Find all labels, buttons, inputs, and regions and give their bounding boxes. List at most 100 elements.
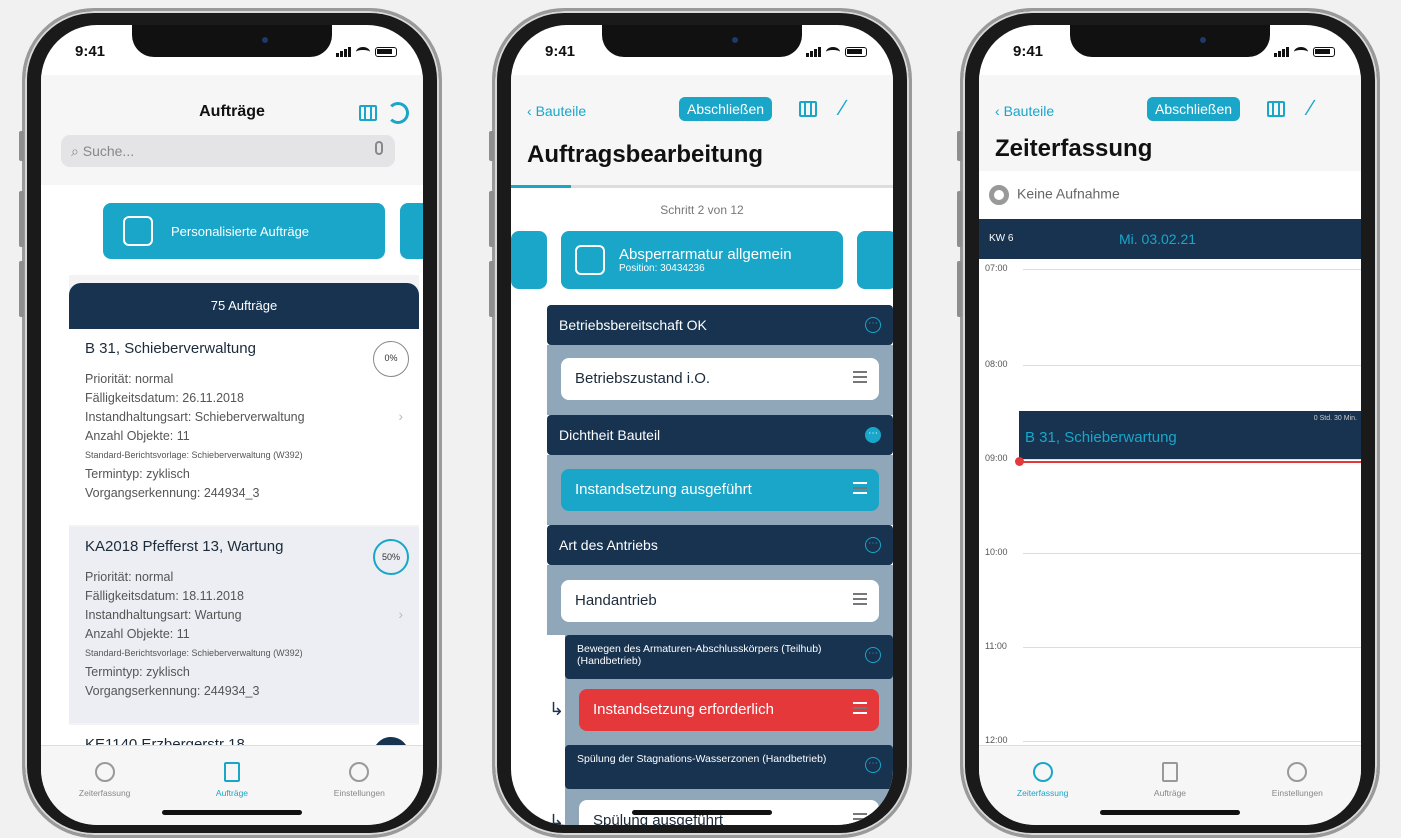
date-label: Mi. 03.02.21 xyxy=(1119,231,1197,247)
screen: 9:41 Aufträge ⌕ Suche... Personalisierte… xyxy=(41,25,423,825)
notch xyxy=(132,25,332,57)
settings-icon xyxy=(1287,762,1308,782)
nav-bar: ‹ Bauteile Abschließen ∕ Zeiterfassung xyxy=(979,75,1361,171)
order-template: Standard-Berichtsvorlage: Schieberverwal… xyxy=(85,450,303,460)
attachment-icon[interactable]: ∕ xyxy=(841,95,845,121)
day-header: KW 6 Mi. 03.02.21 xyxy=(979,219,1361,259)
home-indicator xyxy=(1100,810,1240,815)
list-icon[interactable] xyxy=(853,371,867,383)
notch xyxy=(602,25,802,57)
list-icon[interactable] xyxy=(853,482,867,494)
wifi-icon xyxy=(1294,47,1308,57)
tab-einstellungen[interactable]: Einstellungen xyxy=(314,762,404,825)
order-due: Fälligkeitsdatum: 26.11.2018 xyxy=(85,391,244,405)
nav-bar: ‹ Bauteile Abschließen ∕ Auftragsbearbei… xyxy=(511,75,893,185)
event-duration: 0 Std. 30 Min. xyxy=(1313,415,1357,422)
page-title: Zeiterfassung xyxy=(995,135,1153,162)
tab-einstellungen[interactable]: Einstellungen xyxy=(1252,762,1342,825)
chip-next[interactable] xyxy=(857,231,893,289)
current-time-line xyxy=(1019,461,1361,463)
finish-button[interactable]: Abschließen xyxy=(679,97,773,121)
mic-icon[interactable] xyxy=(375,141,383,155)
record-icon[interactable] xyxy=(989,185,1009,205)
event-title: B 31, Schieberwartung xyxy=(1025,429,1177,446)
map-icon[interactable] xyxy=(359,105,377,121)
tab-label: Zeiterfassung xyxy=(1016,788,1069,798)
status-time: 9:41 xyxy=(75,43,106,60)
section-header[interactable]: Bewegen des Armaturen-Abschlusskörpers (… xyxy=(565,635,893,679)
list-icon[interactable] xyxy=(853,813,867,825)
map-icon[interactable] xyxy=(1267,101,1285,117)
more-icon[interactable]: ⋯ xyxy=(865,317,881,333)
list-item[interactable]: B 31, Schieberverwaltung 0% Priorität: n… xyxy=(69,329,419,525)
battery-icon xyxy=(375,47,397,57)
list-item[interactable]: KA2018 Pfefferst 13, Wartung 50% Priorit… xyxy=(69,527,419,723)
tab-zeiterfassung[interactable]: Zeiterfassung xyxy=(998,762,1088,825)
more-icon[interactable]: ⋯ xyxy=(865,427,881,443)
calendar-event[interactable]: 0 Std. 30 Min. B 31, Schieberwartung xyxy=(1019,411,1361,459)
list-icon[interactable] xyxy=(853,593,867,605)
side-button xyxy=(19,191,24,247)
phone-order-editing: 9:41 ‹ Bauteile Abschließen ∕ Auftragsbe… xyxy=(489,8,912,838)
list-icon[interactable] xyxy=(853,702,867,714)
back-button[interactable]: ‹ Bauteile xyxy=(995,103,1054,119)
back-button[interactable]: ‹ Bauteile xyxy=(527,103,586,119)
page-title: Auftragsbearbeitung xyxy=(527,141,764,168)
component-card[interactable]: Absperrarmatur allgemein Position: 304342… xyxy=(561,231,843,289)
progress-badge: 0% xyxy=(373,341,409,377)
order-template: Standard-Berichtsvorlage: Schieberverwal… xyxy=(85,648,303,658)
map-icon[interactable] xyxy=(799,101,817,117)
side-button xyxy=(19,261,24,317)
finish-button[interactable]: Abschließen xyxy=(1147,97,1241,121)
progress-badge: 50% xyxy=(373,539,409,575)
order-id: Vorgangserkennung: 244934_3 xyxy=(85,684,260,698)
step-indicator: Schritt 2 von 12 xyxy=(660,203,744,217)
recording-label: Keine Aufnahme xyxy=(1017,185,1120,202)
answer-field[interactable]: Instandsetzung erforderlich xyxy=(579,689,879,731)
home-indicator xyxy=(632,810,772,815)
section-header[interactable]: Art des Antriebs ⋯ xyxy=(547,525,893,565)
signal-icon xyxy=(336,47,351,57)
tab-auftraege[interactable]: Aufträge xyxy=(187,762,277,825)
field-value: Instandsetzung erforderlich xyxy=(593,701,774,718)
chip-next[interactable] xyxy=(400,203,423,259)
more-icon[interactable]: ⋯ xyxy=(865,537,881,553)
section-label: Betriebsbereitschaft OK xyxy=(559,317,707,333)
valve-icon xyxy=(575,245,605,275)
recording-status[interactable]: Keine Aufnahme xyxy=(989,185,1120,205)
tab-label: Einstellungen xyxy=(1271,788,1323,798)
phone-time-tracking: 9:41 ‹ Bauteile Abschließen ∕ Zeiterfass… xyxy=(957,8,1380,838)
refresh-icon[interactable] xyxy=(387,102,409,124)
settings-icon xyxy=(349,762,370,782)
status-time: 9:41 xyxy=(1013,43,1044,60)
order-title: KA2018 Pfefferst 13, Wartung xyxy=(85,538,284,555)
back-label: Bauteile xyxy=(1003,103,1055,119)
answer-field[interactable]: Handantrieb xyxy=(561,580,879,622)
clock-icon xyxy=(94,762,115,782)
section-header[interactable]: Dichtheit Bauteil ⋯ xyxy=(547,415,893,455)
notch xyxy=(1070,25,1270,57)
phone-orders: 9:41 Aufträge ⌕ Suche... Personalisierte… xyxy=(19,8,442,838)
screen: 9:41 ‹ Bauteile Abschließen ∕ Zeiterfass… xyxy=(979,25,1361,825)
status-time: 9:41 xyxy=(545,43,576,60)
current-time-dot xyxy=(1015,457,1024,466)
search-input[interactable]: ⌕ Suche... xyxy=(61,135,395,167)
clock-icon xyxy=(1032,762,1053,782)
section-header[interactable]: Spülung der Stagnations-Wasserzonen (Han… xyxy=(565,745,893,789)
more-icon[interactable]: ⋯ xyxy=(865,757,881,773)
tab-auftraege[interactable]: Aufträge xyxy=(1125,762,1215,825)
tab-label: Aufträge xyxy=(215,788,249,798)
answer-field[interactable]: Instandsetzung ausgeführt xyxy=(561,469,879,511)
section-label: Bewegen des Armaturen-Abschlusskörpers (… xyxy=(577,643,822,667)
order-schedule: Termintyp: zyklisch xyxy=(85,665,190,679)
chip-prev[interactable] xyxy=(511,231,547,289)
chip-personalized-orders[interactable]: Personalisierte Aufträge xyxy=(103,203,385,259)
side-button xyxy=(19,131,24,161)
section-label: Art des Antriebs xyxy=(559,537,658,553)
section-header[interactable]: Betriebsbereitschaft OK ⋯ xyxy=(547,305,893,345)
wifi-icon xyxy=(356,47,370,57)
attachment-icon[interactable]: ∕ xyxy=(1309,95,1313,121)
tab-zeiterfassung[interactable]: Zeiterfassung xyxy=(60,762,150,825)
answer-field[interactable]: Betriebszustand i.O. xyxy=(561,358,879,400)
more-icon[interactable]: ⋯ xyxy=(865,647,881,663)
